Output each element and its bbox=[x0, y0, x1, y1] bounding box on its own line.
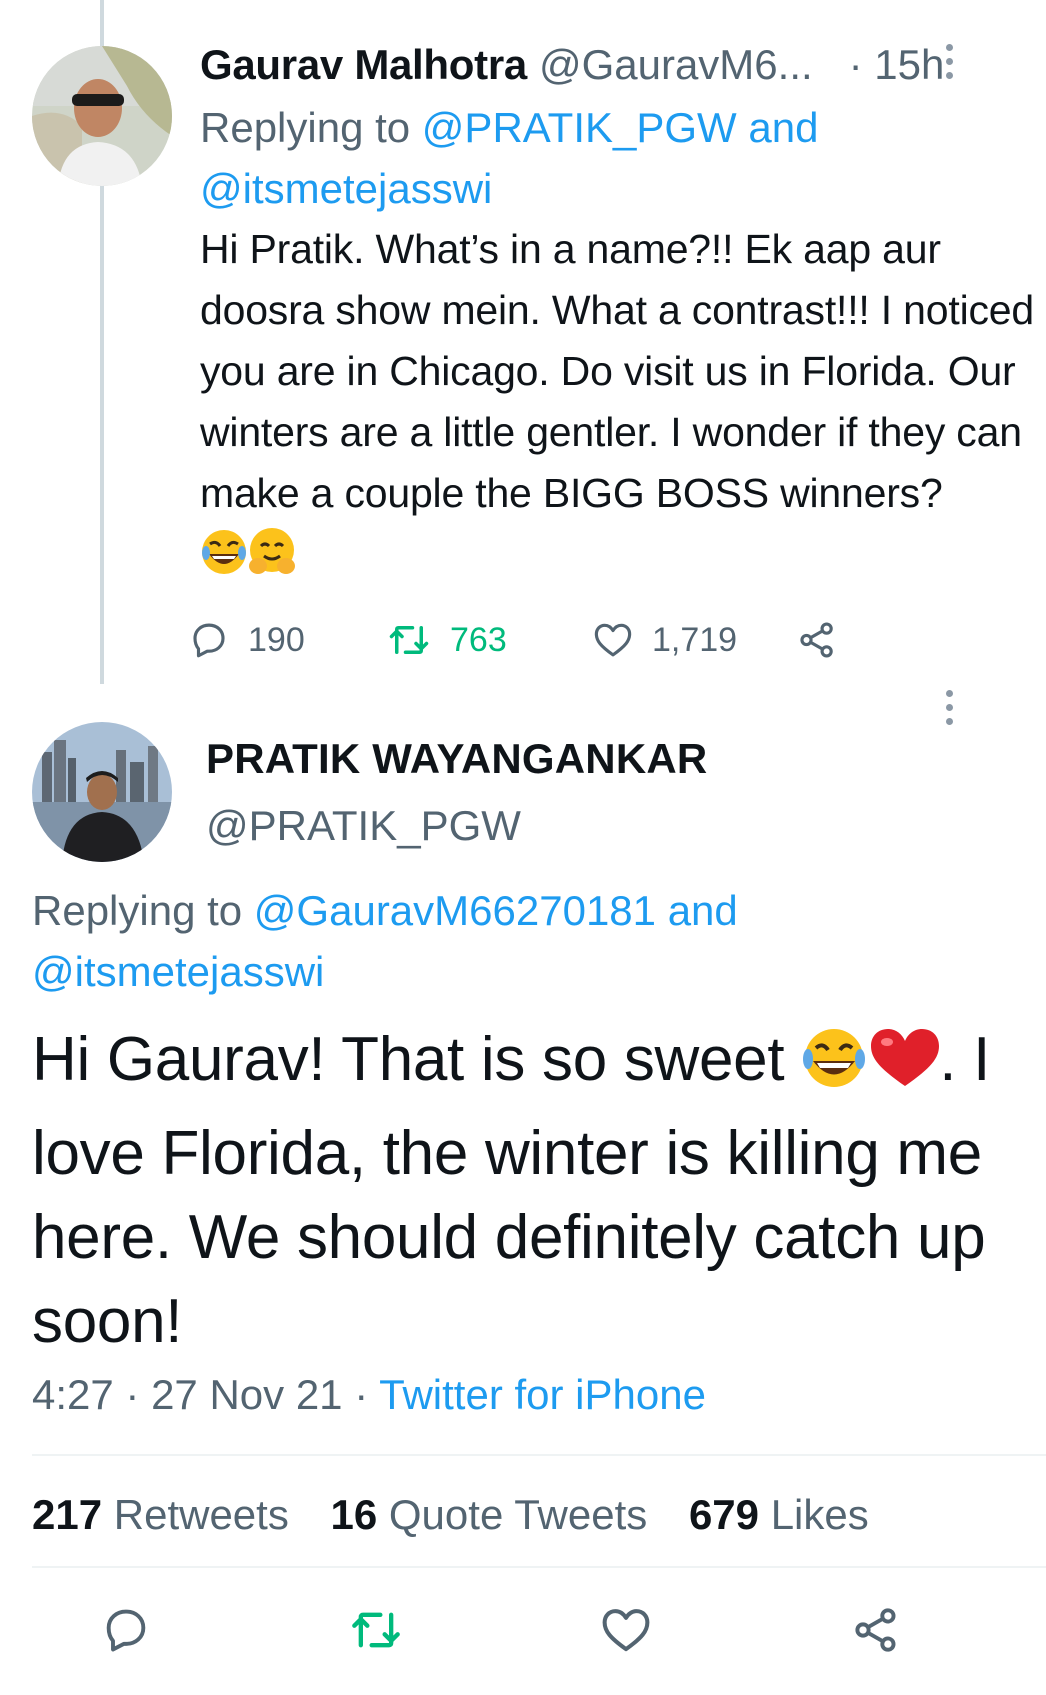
quote-tweets-stat[interactable]: 16 Quote Tweets bbox=[331, 1491, 648, 1538]
quotes-count: 16 bbox=[330, 1491, 378, 1538]
tweet-time[interactable]: 4:27 bbox=[32, 1371, 114, 1418]
replying-and[interactable]: and bbox=[737, 104, 818, 151]
replying-to: Replying to @GauravM66270181 and @itsmet… bbox=[32, 880, 1032, 1002]
replying-user-link[interactable]: @GauravM66270181 bbox=[254, 887, 656, 934]
tweet-text: Hi Pratik. What’s in a name?!! Ek aap au… bbox=[200, 219, 1046, 593]
retweets-count: 217 bbox=[32, 1491, 103, 1538]
emoji-icon bbox=[200, 526, 298, 593]
replying-user-link[interactable]: @itsmetejasswi bbox=[32, 948, 324, 995]
reply-icon bbox=[193, 623, 225, 658]
avatar[interactable] bbox=[32, 722, 172, 862]
tweet-actions: 190 763 1,719 bbox=[193, 612, 920, 668]
replying-to: Replying to @PRATIK_PGW and @itsmetejass… bbox=[200, 97, 1046, 219]
reply-button[interactable] bbox=[96, 1600, 156, 1660]
author-name[interactable]: PRATIK WAYANGANKAR bbox=[206, 730, 707, 788]
likes-label: Likes bbox=[770, 1491, 869, 1538]
retweets-stat[interactable]: 217 Retweets bbox=[32, 1491, 289, 1538]
replying-prefix: Replying to bbox=[200, 104, 422, 151]
tweet-time[interactable]: · 15h bbox=[849, 36, 945, 94]
tweet-stats: 217 Retweets 16 Quote Tweets 679 Likes bbox=[32, 1486, 899, 1544]
like-button[interactable] bbox=[596, 1600, 656, 1660]
heart-icon bbox=[594, 623, 632, 657]
reply-count: 190 bbox=[248, 620, 305, 659]
emoji-icon bbox=[801, 1024, 940, 1112]
heart-icon bbox=[602, 1609, 650, 1652]
more-options-icon[interactable] bbox=[944, 44, 954, 79]
share-button[interactable] bbox=[846, 1600, 906, 1660]
meta-separator: · bbox=[113, 1371, 152, 1418]
retweets-label: Retweets bbox=[113, 1491, 289, 1538]
tweet-body: Hi Pratik. What’s in a name?!! Ek aap au… bbox=[200, 226, 1034, 516]
likes-stat[interactable]: 679 Likes bbox=[689, 1491, 869, 1538]
retweet-icon bbox=[352, 1612, 400, 1648]
retweet-button[interactable] bbox=[346, 1600, 406, 1660]
replying-user-link[interactable]: @PRATIK_PGW bbox=[422, 104, 737, 151]
share-icon bbox=[800, 622, 833, 658]
quotes-label: Quote Tweets bbox=[388, 1491, 648, 1538]
likes-count: 679 bbox=[688, 1491, 760, 1538]
tweet-date[interactable]: 27 Nov 21 bbox=[151, 1371, 342, 1418]
tweet-source-link[interactable]: Twitter for iPhone bbox=[379, 1371, 706, 1418]
more-options-icon[interactable] bbox=[944, 690, 954, 725]
tweet-action-bar bbox=[0, 1600, 1046, 1670]
tweet-meta: 4:27 · 27 Nov 21 · Twitter for iPhone bbox=[32, 1366, 706, 1424]
avatar[interactable] bbox=[32, 46, 172, 186]
author-handle[interactable]: @PRATIK_PGW bbox=[206, 797, 521, 855]
meta-separator: · bbox=[342, 1371, 380, 1418]
share-icon bbox=[855, 1608, 896, 1652]
like-count: 1,719 bbox=[652, 620, 738, 659]
tweet-text: Hi Gaurav! That is so sweet . I love Flo… bbox=[32, 1018, 1042, 1364]
retweet-button[interactable]: 763 bbox=[386, 612, 507, 668]
reply-icon bbox=[106, 1609, 146, 1652]
author-handle[interactable]: @GauravM6... bbox=[539, 36, 813, 94]
replying-user-link[interactable]: @itsmetejasswi bbox=[200, 165, 492, 212]
author-name[interactable]: Gaurav Malhotra bbox=[200, 36, 527, 94]
replying-prefix: Replying to bbox=[32, 887, 254, 934]
retweet-icon bbox=[389, 626, 429, 654]
divider bbox=[32, 1454, 1046, 1456]
tweet-body: Hi Gaurav! That is so sweet bbox=[32, 1025, 802, 1094]
share-button[interactable] bbox=[796, 612, 856, 668]
retweet-count: 763 bbox=[450, 620, 507, 659]
divider bbox=[32, 1566, 1046, 1568]
replying-and[interactable]: and bbox=[656, 887, 738, 934]
like-button[interactable]: 1,719 bbox=[592, 612, 737, 668]
reply-button[interactable]: 190 bbox=[188, 612, 305, 668]
